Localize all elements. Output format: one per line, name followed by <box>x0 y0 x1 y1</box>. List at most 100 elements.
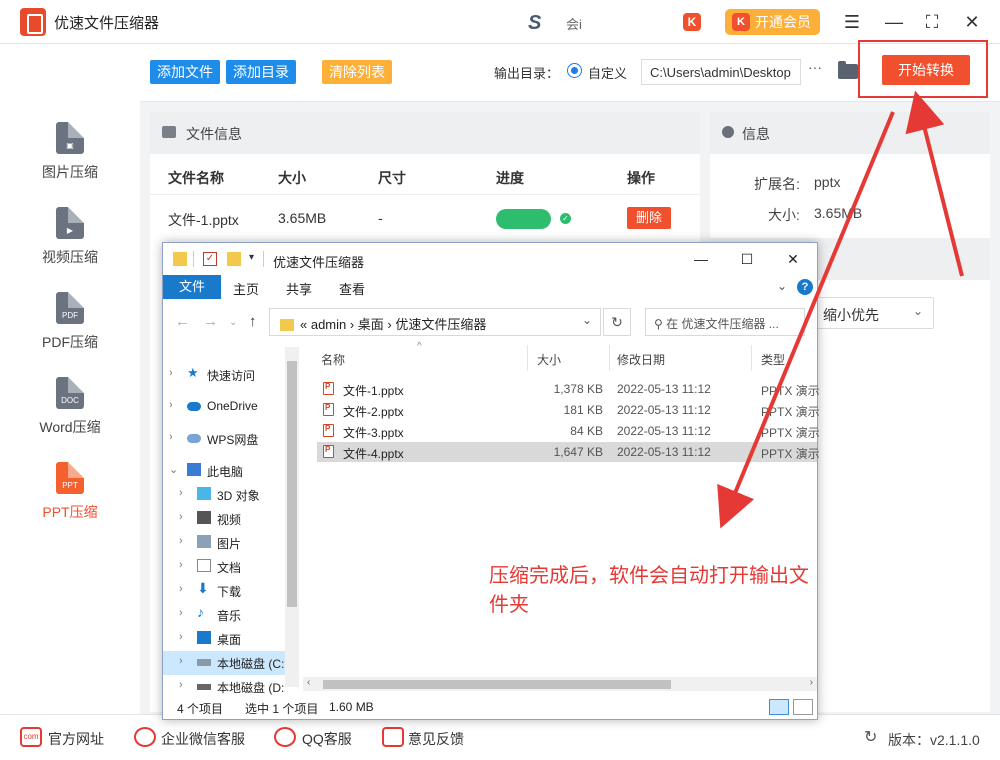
nav-scrollbar[interactable] <box>285 347 299 687</box>
navigation-pane: › ★ 快速访问 › OneDrive › WPS网盘 ⌄ 此电脑 › 3D 对象 › 视频 … <box>163 343 301 695</box>
nav-downloads[interactable]: › ⬇ 下载 <box>163 579 285 603</box>
sidebar-item-image[interactable]: ▣ 图片压缩 <box>0 122 140 194</box>
h-scroll-thumb[interactable] <box>323 680 671 689</box>
ppt-doc-icon: PPT <box>56 462 84 494</box>
website-link[interactable]: 官方网址 <box>48 729 104 749</box>
video-doc-icon: ▶ <box>56 207 84 239</box>
maximize-button[interactable]: ⛶ <box>920 10 944 34</box>
nav-wps[interactable]: › WPS网盘 <box>163 427 285 451</box>
status-count: 4 个项目 <box>177 702 224 716</box>
nav-video[interactable]: › 视频 <box>163 507 285 531</box>
customize-icon[interactable]: ▾ <box>249 252 263 266</box>
horizontal-scrollbar[interactable]: ‹ › <box>303 677 817 691</box>
add-file-button[interactable]: 添加文件 <box>150 60 220 84</box>
explorer-close-button[interactable]: ✕ <box>781 248 805 270</box>
custom-radio[interactable] <box>567 63 582 78</box>
new-folder-icon[interactable] <box>227 252 241 266</box>
menu-icon[interactable]: ☰ <box>840 10 864 34</box>
nav-pictures[interactable]: › 图片 <box>163 531 285 555</box>
sidebar-item-label: PPT压缩 <box>42 504 98 520</box>
close-button[interactable]: ✕ <box>960 10 984 34</box>
nav-scroll-thumb[interactable] <box>287 361 297 607</box>
col-dimension: 尺寸 <box>378 170 406 186</box>
sidebar-item-word[interactable]: DOC Word压缩 <box>0 377 140 449</box>
up-icon[interactable]: ↑ <box>249 313 257 330</box>
tab-share[interactable]: 共享 <box>286 279 312 298</box>
pptx-file-icon <box>323 445 334 458</box>
ribbon: 文件 主页 共享 查看 ⌄ ? <box>163 275 817 299</box>
nav-3d[interactable]: › 3D 对象 <box>163 483 285 507</box>
file-row[interactable]: 文件-3.pptx 84 KB 2022-05-13 11:12 PPTX 演示 <box>303 421 820 441</box>
vip-label: 开通会员 <box>755 14 811 30</box>
wecom-link[interactable]: 企业微信客服 <box>161 729 245 749</box>
feedback-icon <box>382 727 404 747</box>
explorer-window: ✓ ▾ 优速文件压缩器 — ☐ ✕ 文件 主页 共享 查看 ⌄ ? ← → ⌄ … <box>162 242 820 720</box>
forward-icon[interactable]: → <box>203 313 218 330</box>
refresh-button[interactable]: ↻ <box>603 308 631 336</box>
nav-music[interactable]: › ♪ 音乐 <box>163 603 285 627</box>
chevron-down-icon[interactable]: ⌄ <box>582 313 592 327</box>
bottom-bar: com 官方网址 企业微信客服 QQ客服 意见反馈 ↻ 版本：v2.1.1.0 <box>0 714 1000 760</box>
file-row-selected[interactable]: 文件-4.pptx 1,647 KB 2022-05-13 11:12 PPTX… <box>317 442 820 462</box>
explorer-title: 优速文件压缩器 <box>273 255 365 270</box>
nav-drive-c[interactable]: › 本地磁盘 (C: <box>163 651 285 675</box>
folder-icon <box>280 319 294 331</box>
nav-quick-access[interactable]: › ★ 快速访问 <box>163 363 285 387</box>
chevron-down-icon[interactable]: ⌄ <box>777 279 787 293</box>
nav-documents[interactable]: › 文档 <box>163 555 285 579</box>
sidebar-item-label: 视频压缩 <box>42 249 98 265</box>
col-header-size[interactable]: 大小 <box>537 351 561 368</box>
sidebar-item-video[interactable]: ▶ 视频压缩 <box>0 207 140 279</box>
tab-file[interactable]: 文件 <box>163 275 221 299</box>
pptx-file-icon <box>323 382 334 395</box>
title-bar: 优速文件压缩器 S 会i K K 开通会员 ☰ — ⛶ ✕ <box>0 0 1000 44</box>
file-row[interactable]: 文件-1.pptx 1,378 KB 2022-05-13 11:12 PPTX… <box>303 379 820 399</box>
details-view-icon[interactable] <box>769 699 789 715</box>
clear-list-button[interactable]: 清除列表 <box>322 60 392 84</box>
output-path-input[interactable] <box>641 59 801 85</box>
priority-select[interactable]: 缩小优先 ⌄ <box>810 297 934 329</box>
qq-link[interactable]: QQ客服 <box>302 729 352 749</box>
sidebar-item-pdf[interactable]: PDF PDF压缩 <box>0 292 140 364</box>
tab-view[interactable]: 查看 <box>339 279 365 298</box>
address-input[interactable]: « admin › 桌面 › 优速文件压缩器 ⌄ <box>269 308 601 336</box>
start-convert-button[interactable]: 开始转换 <box>882 55 970 85</box>
delete-button[interactable]: 删除 <box>627 207 671 229</box>
wecom-icon <box>134 727 156 747</box>
chevron-down-icon: ⌄ <box>912 304 923 318</box>
nav-desktop[interactable]: › 桌面 <box>163 627 285 651</box>
file-dimension-cell: - <box>378 210 383 226</box>
custom-radio-label: 自定义 <box>588 66 628 81</box>
explorer-minimize-button[interactable]: — <box>689 248 713 270</box>
refresh-icon[interactable]: ↻ <box>864 727 877 747</box>
vip-button[interactable]: K 开通会员 <box>725 9 820 35</box>
search-icon: ⚲ <box>654 317 667 331</box>
explorer-maximize-button[interactable]: ☐ <box>735 248 759 270</box>
doc-doc-icon: DOC <box>56 377 84 409</box>
sidebar-item-ppt[interactable]: PPT PPT压缩 <box>0 462 140 534</box>
tab-home[interactable]: 主页 <box>233 279 259 298</box>
search-input[interactable]: ⚲ 在 优速文件压缩器 ... <box>645 308 805 336</box>
feedback-link[interactable]: 意见反馈 <box>408 729 464 749</box>
col-header-type[interactable]: 类型 <box>761 351 785 368</box>
file-row[interactable]: 文件-2.pptx 181 KB 2022-05-13 11:12 PPTX 演… <box>303 400 820 420</box>
minimize-button[interactable]: — <box>882 10 906 34</box>
nav-this-pc[interactable]: ⌄ 此电脑 <box>163 459 285 483</box>
col-header-name[interactable]: 名称 <box>321 351 345 368</box>
file-name-cell: 文件-1.pptx <box>168 212 239 228</box>
large-icons-view-icon[interactable] <box>793 699 813 715</box>
properties-icon[interactable]: ✓ <box>203 252 217 266</box>
add-dir-button[interactable]: 添加目录 <box>226 60 296 84</box>
folder-icon[interactable] <box>838 61 858 79</box>
file-list-pane: 名称 ^ 大小 修改日期 类型 文件-1.pptx 1,378 KB 2022-… <box>303 341 820 691</box>
address-path: « admin › 桌面 › 优速文件压缩器 <box>300 317 487 332</box>
back-icon[interactable]: ← <box>175 313 190 330</box>
help-icon[interactable]: ? <box>797 279 813 295</box>
nav-onedrive[interactable]: › OneDrive <box>163 395 285 419</box>
sidebar: ▣ 图片压缩 ▶ 视频压缩 PDF PDF压缩 DOC Word压缩 PPT P… <box>0 44 140 714</box>
output-dir-label: 输出目录： <box>494 66 560 81</box>
recent-dropdown-icon[interactable]: ⌄ <box>229 317 237 328</box>
more-button[interactable]: ··· <box>808 59 822 75</box>
col-header-date[interactable]: 修改日期 <box>617 351 665 368</box>
k-badge-icon[interactable]: K <box>683 13 701 31</box>
